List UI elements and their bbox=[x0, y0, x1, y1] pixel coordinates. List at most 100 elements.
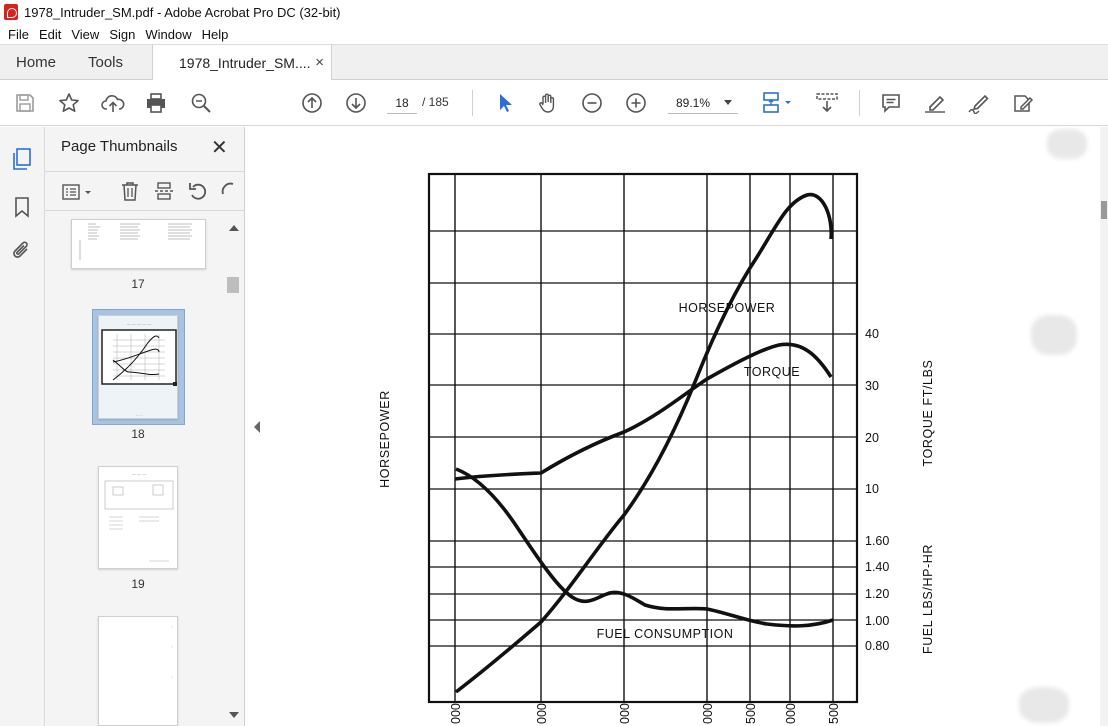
zoom-level-value: 89.1% bbox=[676, 95, 711, 110]
x-tick-label: 000 bbox=[449, 703, 463, 724]
scroll-mode-icon[interactable] bbox=[814, 91, 840, 115]
panel-title: Page Thumbnails bbox=[61, 138, 178, 155]
toolbar: / 185 89.1% bbox=[0, 80, 1108, 126]
document-view[interactable]: HORSEPOWER TORQUE FUEL CONSUMPTION 40 30… bbox=[267, 127, 1108, 726]
fuel-tick-label: 1.60 bbox=[865, 534, 889, 548]
torque-tick-label: 30 bbox=[865, 379, 879, 393]
torque-series-label: TORQUE bbox=[744, 365, 800, 379]
document-tab-label: 1978_Intruder_SM.... bbox=[179, 55, 311, 71]
sign-pen-icon[interactable] bbox=[967, 91, 991, 115]
horsepower-axis-title: HORSEPOWER bbox=[378, 390, 392, 488]
menu-edit[interactable]: Edit bbox=[34, 27, 66, 42]
fuel-consumption-series-label: FUEL CONSUMPTION bbox=[597, 627, 734, 641]
x-tick-label: 000 bbox=[701, 703, 715, 724]
page-thumbnails-icon[interactable] bbox=[10, 147, 34, 171]
fuel-tick-label: 1.20 bbox=[865, 587, 889, 601]
scrollbar-thumb[interactable] bbox=[227, 277, 239, 293]
upload-cloud-icon[interactable] bbox=[101, 91, 125, 115]
zoom-level-dropdown[interactable]: 89.1% bbox=[668, 92, 738, 114]
page-thumbnail-19[interactable]: — — — bbox=[98, 466, 178, 569]
zoom-out-icon[interactable] bbox=[580, 91, 604, 115]
thumbnail-options-icon[interactable] bbox=[61, 180, 95, 204]
left-rail bbox=[0, 127, 45, 726]
x-tick-label: 000 bbox=[535, 703, 549, 724]
toolbar-divider bbox=[859, 90, 860, 116]
save-icon[interactable] bbox=[13, 91, 37, 115]
page-thumbnail-20[interactable] bbox=[98, 616, 178, 726]
page-thumbnail-18[interactable]: — — — — — — — bbox=[98, 315, 178, 419]
previous-page-icon[interactable] bbox=[300, 91, 324, 115]
svg-text:— —: — — bbox=[136, 413, 143, 417]
x-tick-label: 000 bbox=[618, 703, 632, 724]
next-page-icon[interactable] bbox=[344, 91, 368, 115]
scan-speck bbox=[1031, 315, 1077, 355]
hand-tool-icon[interactable] bbox=[536, 91, 560, 115]
page-display-icon[interactable] bbox=[760, 91, 796, 115]
page-thumbnails-panel: Page Thumbnails ✕ 17 — — — — — — — 18 — … bbox=[45, 127, 245, 726]
menu-help[interactable]: Help bbox=[197, 27, 234, 42]
thumbnail-page-number: 19 bbox=[131, 577, 145, 591]
acrobat-window: 1978_Intruder_SM.pdf - Adobe Acrobat Pro… bbox=[0, 0, 1108, 726]
tab-tools[interactable]: Tools bbox=[88, 45, 123, 80]
star-icon[interactable] bbox=[57, 91, 81, 115]
collapse-panel-icon[interactable] bbox=[254, 421, 260, 433]
menu-bar: File Edit View Sign Window Help bbox=[0, 24, 1108, 44]
tab-document[interactable]: 1978_Intruder_SM.... × bbox=[152, 45, 332, 81]
tab-home[interactable]: Home bbox=[16, 45, 56, 80]
rotate-right-icon[interactable] bbox=[219, 180, 235, 204]
fill-sign-icon[interactable] bbox=[1011, 91, 1035, 115]
vertical-gridlines bbox=[454, 174, 834, 702]
page-thumbnail-17[interactable] bbox=[71, 219, 206, 269]
attachment-icon[interactable] bbox=[10, 239, 34, 263]
thumbnail-scrollbar[interactable] bbox=[225, 219, 241, 724]
horsepower-curve bbox=[454, 192, 834, 694]
close-panel-icon[interactable]: ✕ bbox=[211, 135, 228, 160]
torque-tick-label: 40 bbox=[865, 327, 879, 341]
print-icon[interactable] bbox=[144, 91, 168, 115]
comment-icon[interactable] bbox=[879, 91, 903, 115]
page-number-input[interactable] bbox=[387, 92, 417, 114]
scroll-down-arrow-icon[interactable] bbox=[229, 712, 239, 718]
title-bar: 1978_Intruder_SM.pdf - Adobe Acrobat Pro… bbox=[0, 0, 1108, 24]
svg-text:— — — — —: — — — — — bbox=[127, 321, 151, 326]
document-scrollbar-thumb[interactable] bbox=[1101, 201, 1107, 219]
tab-bar: Home Tools 1978_Intruder_SM.... × bbox=[0, 44, 1108, 81]
scroll-up-arrow-icon[interactable] bbox=[229, 225, 239, 231]
fuel-tick-label: 1.40 bbox=[865, 560, 889, 574]
horizontal-gridlines bbox=[429, 230, 857, 647]
window-title: 1978_Intruder_SM.pdf - Adobe Acrobat Pro… bbox=[24, 4, 341, 20]
close-tab-icon[interactable]: × bbox=[315, 54, 324, 71]
page-total: / 185 bbox=[422, 95, 449, 109]
menu-sign[interactable]: Sign bbox=[104, 27, 140, 42]
menu-file[interactable]: File bbox=[3, 27, 34, 42]
chevron-down-icon bbox=[724, 100, 732, 105]
fuel-tick-label: 0.80 bbox=[865, 639, 889, 653]
fuel-consumption-curve bbox=[455, 467, 834, 628]
torque-tick-label: 20 bbox=[865, 431, 879, 445]
performance-chart: HORSEPOWER TORQUE FUEL CONSUMPTION 40 30… bbox=[378, 172, 935, 724]
document-scrollbar[interactable] bbox=[1100, 127, 1108, 726]
thumbnail-page-number: 18 bbox=[131, 427, 145, 441]
bookmark-icon[interactable] bbox=[10, 195, 34, 219]
highlight-pen-icon[interactable] bbox=[923, 91, 947, 115]
menu-view[interactable]: View bbox=[66, 27, 104, 42]
scan-speck bbox=[1019, 687, 1069, 723]
zoom-search-icon[interactable] bbox=[189, 91, 213, 115]
thumbnail-page-number: 17 bbox=[131, 277, 145, 291]
chart-frame bbox=[427, 172, 859, 704]
zoom-in-icon[interactable] bbox=[624, 91, 648, 115]
menu-window[interactable]: Window bbox=[140, 27, 196, 42]
x-tick-label: 500 bbox=[744, 703, 758, 724]
thumbnail-tools bbox=[45, 171, 245, 211]
torque-axis-title: TORQUE FT/LBS bbox=[921, 360, 935, 467]
toolbar-divider bbox=[472, 90, 473, 116]
delete-page-icon[interactable] bbox=[119, 180, 143, 204]
torque-tick-label: 10 bbox=[865, 482, 879, 496]
select-cursor-icon[interactable] bbox=[493, 91, 517, 115]
extract-page-icon[interactable] bbox=[153, 180, 177, 204]
fuel-tick-label: 1.00 bbox=[865, 614, 889, 628]
fuel-axis-title: FUEL LBS/HP-HR bbox=[921, 544, 935, 654]
x-tick-label: 500 bbox=[827, 703, 841, 724]
rotate-left-icon[interactable] bbox=[187, 180, 211, 204]
x-tick-label: 000 bbox=[784, 703, 798, 724]
